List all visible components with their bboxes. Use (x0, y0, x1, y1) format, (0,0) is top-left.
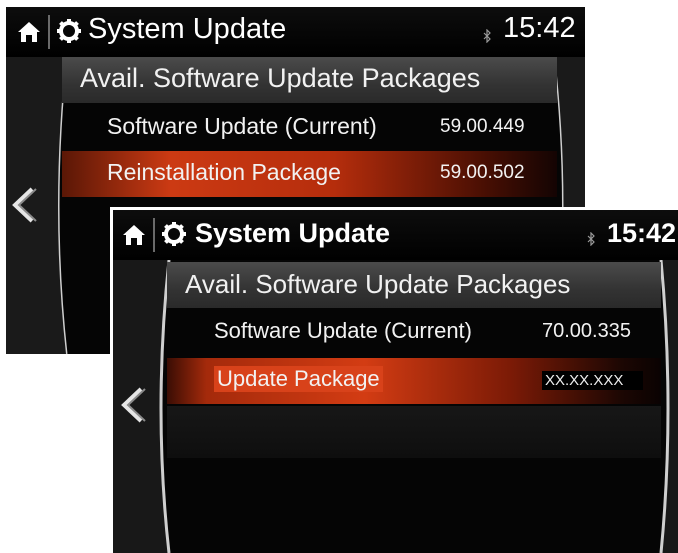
package-version: 59.00.502 (440, 162, 525, 183)
clock: 15:42 (607, 218, 677, 248)
back-chevron-icon[interactable] (10, 185, 40, 225)
front-screen: System Update 15:42 Avail. Software Upda… (110, 207, 678, 553)
package-list: Avail. Software Update Packages Software… (167, 262, 661, 553)
bluetooth-icon (587, 232, 595, 246)
gear-icon (57, 19, 81, 43)
package-version: XX.XX.XXX (542, 371, 644, 390)
home-icon[interactable] (16, 19, 42, 45)
bluetooth-icon (483, 29, 491, 43)
package-name: Reinstallation Package (107, 159, 341, 185)
package-name: Update Package (214, 366, 383, 392)
list-header-label: Avail. Software Update Packages (185, 269, 571, 299)
package-version: 59.00.449 (440, 116, 525, 137)
clock: 15:42 (503, 12, 576, 44)
status-bar: System Update 15:42 (113, 210, 678, 260)
list-item[interactable]: Software Update (Current) 59.00.449 (62, 105, 557, 151)
list-header-label: Avail. Software Update Packages (80, 63, 481, 93)
list-item-selected[interactable]: Reinstallation Package 59.00.502 (62, 151, 557, 197)
gear-icon (162, 222, 186, 246)
list-item[interactable]: Software Update (Current) 70.00.335 (167, 310, 661, 356)
divider (48, 15, 50, 49)
home-icon[interactable] (121, 222, 147, 248)
page-title: System Update (195, 218, 391, 248)
page-title: System Update (88, 13, 287, 45)
list-item-empty (167, 406, 661, 458)
package-name: Software Update (Current) (214, 318, 472, 343)
list-header: Avail. Software Update Packages (62, 57, 557, 103)
list-item-selected[interactable]: Update Package XX.XX.XXX (167, 358, 661, 404)
back-chevron-icon[interactable] (119, 385, 149, 425)
package-version: 70.00.335 (542, 320, 631, 342)
divider (153, 218, 155, 252)
package-name: Software Update (Current) (107, 113, 377, 139)
status-bar: System Update 15:42 (6, 7, 585, 57)
list-header: Avail. Software Update Packages (167, 262, 661, 308)
